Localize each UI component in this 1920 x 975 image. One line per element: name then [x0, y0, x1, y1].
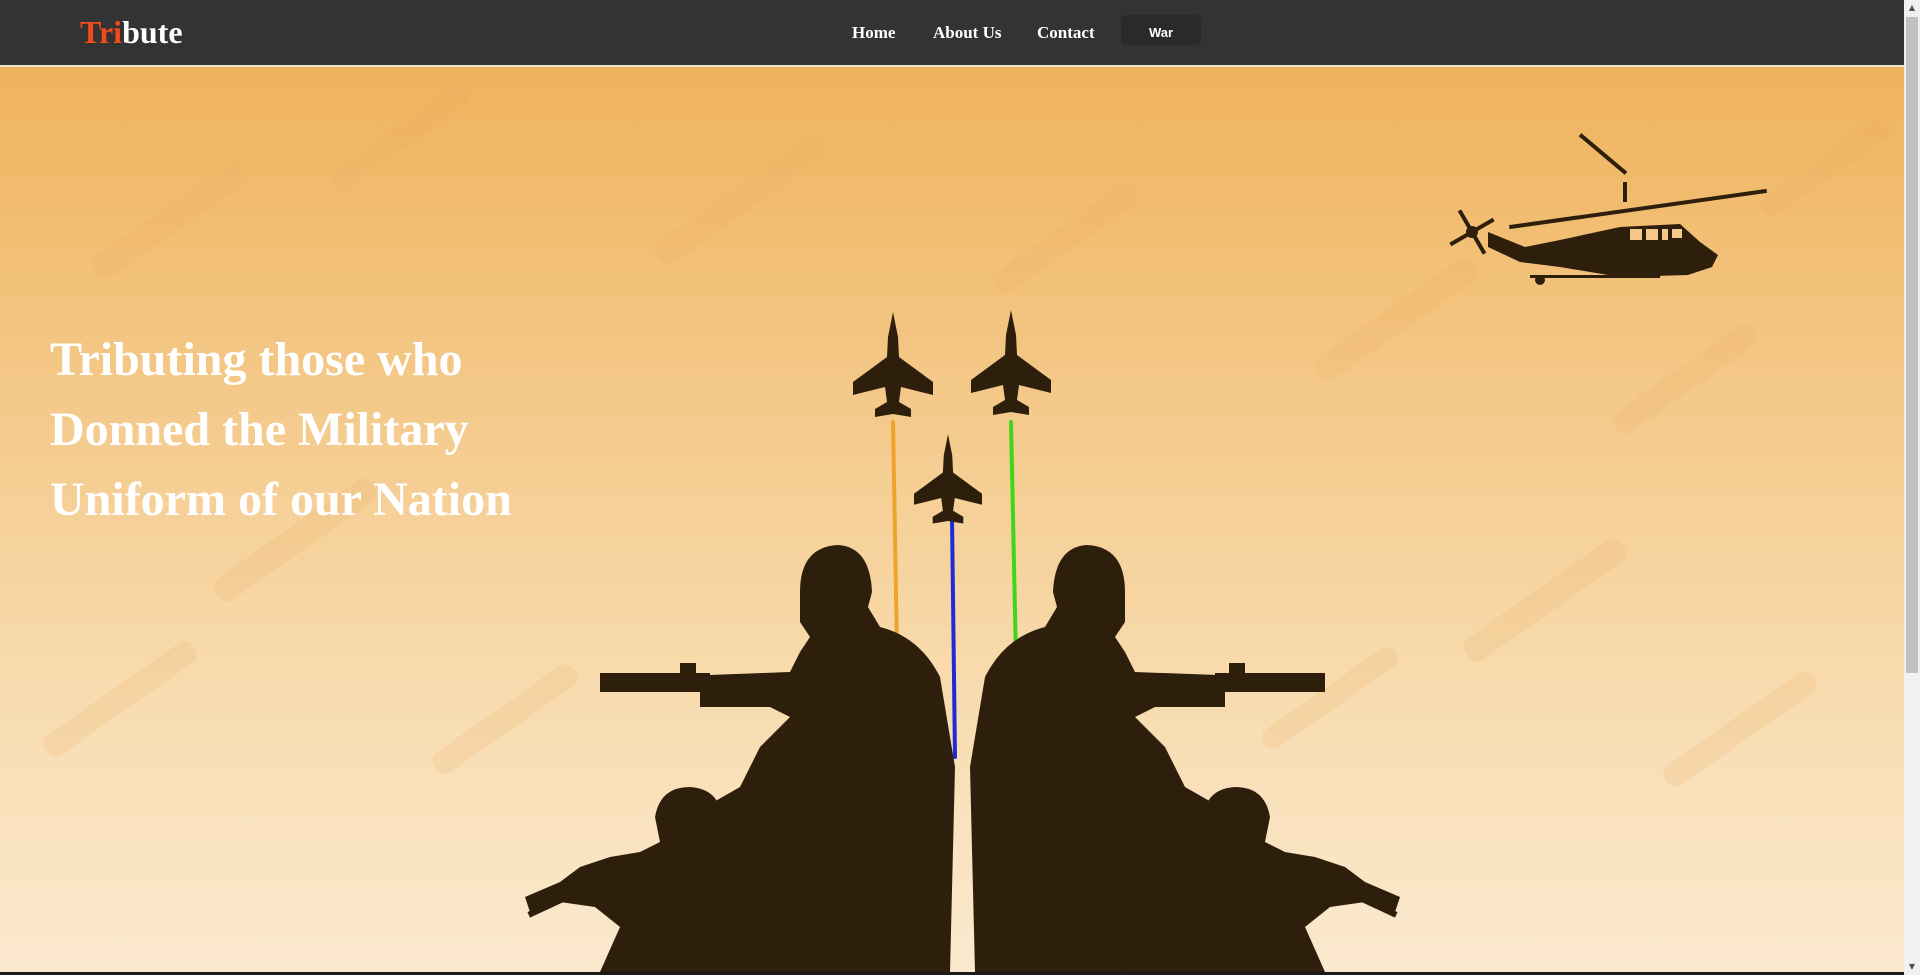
vertical-scrollbar[interactable]: ▲ ▼	[1904, 0, 1920, 975]
hero-headline-line: Tributing those who	[50, 333, 463, 386]
hero-headline: Tributing those who Donned the Military …	[50, 325, 570, 535]
hero-headline-line: Uniform of our Nation	[50, 473, 512, 526]
navbar: Tribute Home About Us Contact War	[0, 0, 1904, 67]
blue-trail	[950, 515, 957, 759]
hero-headline-line: Donned the Military	[50, 403, 469, 456]
scroll-up-arrow-icon[interactable]: ▲	[1904, 0, 1920, 16]
scroll-down-arrow-icon[interactable]: ▼	[1904, 959, 1920, 975]
scrollbar-thumb[interactable]	[1906, 17, 1918, 673]
war-button[interactable]: War	[1121, 15, 1201, 45]
fighter-jet-icon	[914, 434, 982, 524]
nav-home-link[interactable]: Home	[852, 22, 895, 44]
page: Tribute Home About Us Contact War Tribut…	[0, 0, 1920, 975]
nav-contact-link[interactable]: Contact	[1037, 22, 1095, 44]
fighter-jet-icon	[853, 312, 933, 417]
nav-about-link[interactable]: About Us	[933, 22, 1002, 44]
soldier-silhouette-icon	[525, 545, 1400, 972]
hero-section: Tributing those who Donned the Military …	[0, 67, 1904, 972]
fighter-jet-icon	[971, 310, 1051, 415]
main-nav: Home About Us Contact War	[0, 0, 1904, 67]
helicopter-icon	[1449, 133, 1768, 285]
